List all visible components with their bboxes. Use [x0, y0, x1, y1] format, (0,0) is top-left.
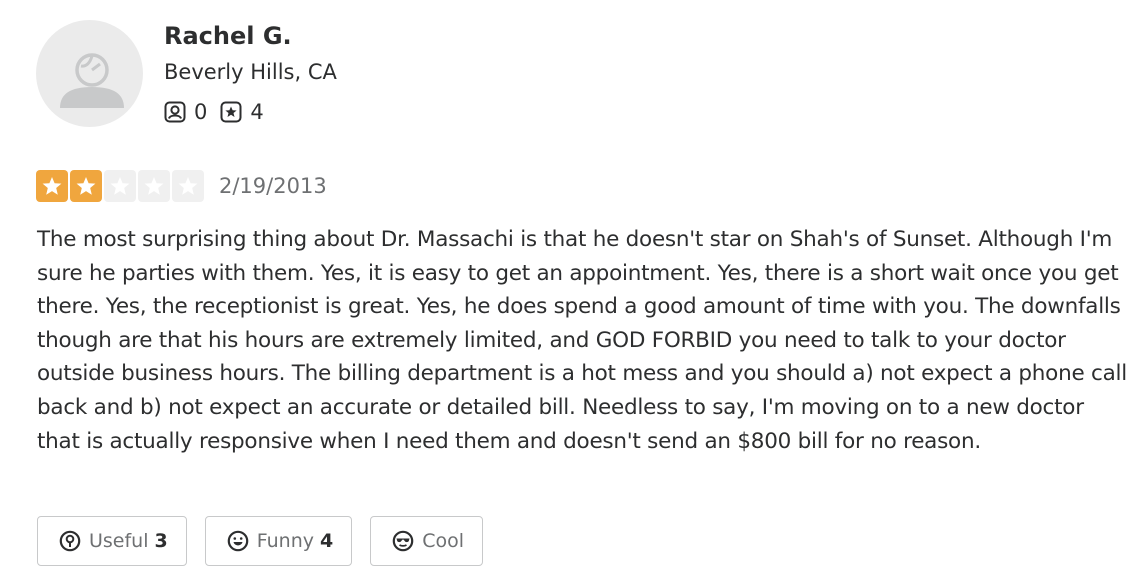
funny-count: 4: [320, 530, 334, 552]
friends-icon: [164, 101, 186, 123]
star-filled: [36, 170, 68, 202]
reviews-count: 4: [250, 100, 264, 124]
useful-count: 3: [154, 530, 168, 552]
cool-label: Cool: [422, 530, 465, 552]
sunglasses-icon: [392, 530, 414, 552]
review-date: 2/19/2013: [219, 174, 327, 198]
star-icon: [110, 177, 130, 195]
lightbulb-icon: [59, 530, 81, 552]
rating-row: 2/19/2013: [36, 170, 327, 202]
default-user-avatar-icon: [60, 53, 124, 108]
friends-count: 0: [194, 100, 208, 124]
star-empty: [172, 170, 204, 202]
star-icon: [178, 177, 198, 195]
funny-button[interactable]: Funny 4: [204, 516, 353, 566]
useful-button[interactable]: Useful 3: [37, 516, 187, 566]
cool-button[interactable]: Cool: [370, 516, 484, 566]
user-name[interactable]: Rachel G.: [164, 22, 292, 50]
star-empty: [138, 170, 170, 202]
star-rating: [36, 170, 206, 202]
reviews-star-icon: [220, 101, 242, 123]
reaction-buttons: Useful 3 Funny 4 Cool: [37, 516, 501, 566]
useful-label: Useful: [89, 530, 149, 552]
star-icon: [144, 177, 164, 195]
star-icon: [76, 177, 96, 195]
funny-label: Funny: [256, 530, 315, 552]
star-empty: [104, 170, 136, 202]
star-icon: [42, 177, 62, 195]
review-text: The most surprising thing about Dr. Mass…: [37, 227, 1127, 454]
avatar[interactable]: [36, 20, 143, 127]
star-filled: [70, 170, 102, 202]
smile-icon: [227, 530, 249, 552]
reviews-stat: 4: [220, 100, 264, 124]
friends-stat: 0: [164, 100, 207, 124]
user-stats: 0 4: [164, 100, 277, 124]
user-location: Beverly Hills, CA: [164, 60, 337, 84]
